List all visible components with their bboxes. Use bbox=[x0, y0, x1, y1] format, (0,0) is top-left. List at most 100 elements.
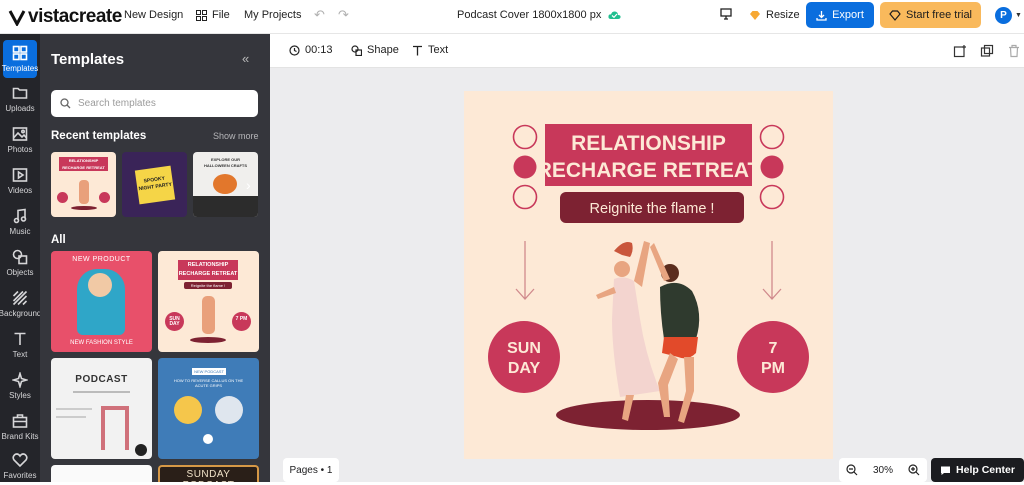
zoom-in-icon[interactable] bbox=[908, 464, 920, 476]
design-artboard[interactable]: RELATIONSHIP RECHARGE RETREAT Reignite t… bbox=[464, 91, 833, 459]
rail-label-background: Background bbox=[0, 309, 42, 318]
all-templates-heading: All bbox=[51, 234, 66, 246]
diamond-icon bbox=[889, 9, 901, 21]
thumb-subtitle-line bbox=[73, 391, 130, 393]
vistacreate-logo[interactable]: vistacreate bbox=[8, 6, 122, 28]
grid-icon bbox=[196, 9, 207, 21]
clock-icon bbox=[289, 44, 300, 56]
thumb-tag: NEW PODCAST bbox=[192, 368, 226, 375]
start-free-trial-button[interactable]: Start free trial bbox=[880, 2, 981, 28]
template-podcast[interactable]: PODCAST bbox=[51, 358, 152, 459]
rail-item-uploads[interactable]: Uploads bbox=[0, 80, 40, 118]
file-menu[interactable]: File bbox=[196, 9, 230, 21]
rail-label-favorites: Favorites bbox=[3, 471, 37, 480]
rail-item-photos[interactable]: Photos bbox=[0, 121, 40, 159]
export-button[interactable]: Export bbox=[806, 2, 874, 28]
rail-item-templates[interactable]: Templates bbox=[2, 40, 38, 78]
resize-label: Resize bbox=[766, 9, 800, 21]
avatar[interactable]: P bbox=[995, 7, 1012, 24]
deco-circle-outline bbox=[759, 184, 785, 210]
zoom-out-icon[interactable] bbox=[846, 464, 858, 476]
thumb-title: PODCAST bbox=[75, 374, 128, 385]
badge-left-line2: DAY bbox=[508, 360, 541, 377]
text-tool[interactable]: Text bbox=[412, 44, 448, 56]
duration-control[interactable]: 00:13 bbox=[289, 44, 333, 56]
collapse-panel-icon[interactable]: « bbox=[242, 51, 249, 66]
arrow-down-icon bbox=[515, 241, 535, 300]
thumb-tag: Reignite the flame ! bbox=[184, 282, 232, 289]
thumb-title: SUNDAY PODCAST bbox=[183, 469, 234, 482]
floor-shadow bbox=[556, 400, 740, 430]
template-new-product[interactable]: NEW PRODUCT NEW FASHION STYLE bbox=[51, 251, 152, 352]
rail-item-videos[interactable]: Videos bbox=[0, 162, 40, 200]
cloud-saved-icon bbox=[608, 11, 621, 19]
rail-item-styles[interactable]: Styles bbox=[0, 367, 40, 405]
shape-icon bbox=[351, 44, 362, 56]
template-relationship[interactable]: RELATIONSHIP RECHARGE RETREAT Reignite th… bbox=[158, 251, 259, 352]
right-badge bbox=[737, 321, 809, 393]
my-projects-link[interactable]: My Projects bbox=[244, 9, 301, 21]
dancer-woman bbox=[596, 241, 660, 421]
new-design-label: New Design bbox=[124, 9, 184, 21]
template-sunday-podcast[interactable]: SUNDAY PODCAST bbox=[158, 465, 259, 482]
search-input[interactable] bbox=[78, 98, 248, 109]
chevron-right-icon[interactable]: › bbox=[246, 177, 251, 193]
rail-item-text[interactable]: Text bbox=[0, 326, 40, 364]
deco-circle-outline bbox=[512, 124, 538, 150]
background-icon bbox=[12, 290, 28, 306]
recent-template-relationship[interactable]: RELATIONSHIP RECHARGE RETREAT bbox=[51, 152, 116, 217]
template-partial[interactable] bbox=[51, 465, 152, 482]
file-label: File bbox=[212, 9, 230, 21]
add-page-icon[interactable] bbox=[953, 44, 967, 58]
templates-icon bbox=[12, 45, 28, 61]
start-free-trial-label: Start free trial bbox=[905, 9, 973, 21]
rail-item-favorites[interactable]: Favorites bbox=[0, 447, 40, 485]
thumb-badge-right: 7 PM bbox=[232, 312, 251, 331]
thumb-bottom-text: NEW FASHION STYLE bbox=[70, 340, 133, 346]
duplicate-icon[interactable] bbox=[980, 44, 994, 58]
help-center-label: Help Center bbox=[956, 464, 1015, 476]
briefcase-icon bbox=[12, 414, 28, 428]
show-more-link[interactable]: Show more bbox=[213, 131, 259, 141]
canvas-area[interactable]: RELATIONSHIP RECHARGE RETREAT Reignite t… bbox=[270, 68, 1024, 482]
shape-tool[interactable]: Shape bbox=[351, 44, 399, 56]
text-icon bbox=[14, 332, 26, 345]
thumb-shadow bbox=[71, 206, 97, 210]
trash-icon[interactable] bbox=[1007, 44, 1021, 58]
rail-label-objects: Objects bbox=[6, 268, 34, 277]
side-rail: Templates Uploads Photos Videos Music Ob… bbox=[0, 34, 42, 485]
download-icon bbox=[816, 10, 827, 21]
text-label: Text bbox=[428, 44, 449, 56]
new-design-button[interactable]: New Design bbox=[124, 9, 183, 21]
thumb-badge-left: SUN DAY bbox=[165, 312, 184, 331]
resize-button[interactable]: Resize bbox=[749, 9, 800, 21]
undo-icon[interactable]: ↶ bbox=[314, 7, 325, 23]
redo-icon[interactable]: ↷ bbox=[338, 7, 349, 23]
pumpkin-icon bbox=[213, 174, 237, 194]
rail-item-objects[interactable]: Objects bbox=[0, 244, 40, 282]
rail-item-brand-kits[interactable]: Brand Kits bbox=[0, 408, 40, 446]
document-title[interactable]: Podcast Cover 1800x1800 px bbox=[457, 9, 621, 21]
thumb-top-text: NEW PRODUCT bbox=[72, 256, 131, 263]
search-icon bbox=[60, 98, 71, 109]
my-projects-label: My Projects bbox=[244, 9, 302, 21]
rail-item-background[interactable]: Background bbox=[0, 285, 42, 323]
design-graphics: RELATIONSHIP RECHARGE RETREAT Reignite t… bbox=[488, 124, 809, 430]
design-tagline: Reignite the flame ! bbox=[590, 201, 715, 217]
present-icon[interactable] bbox=[720, 8, 732, 20]
template-new-podcast[interactable]: NEW PODCAST HOW TO REVERSE CALLUS ON THE… bbox=[158, 358, 259, 459]
thumb-badge bbox=[57, 192, 68, 203]
rail-label-videos: Videos bbox=[7, 186, 33, 195]
help-center-button[interactable]: Help Center bbox=[931, 458, 1024, 482]
rail-label-brand-kits: Brand Kits bbox=[1, 432, 39, 441]
chevron-down-icon[interactable]: ▼ bbox=[1015, 12, 1022, 19]
recent-templates-heading: Recent templates bbox=[51, 130, 147, 142]
thumb-avatar bbox=[174, 396, 202, 424]
pages-button[interactable]: Pages • 1 bbox=[283, 458, 339, 482]
recent-template-spooky[interactable]: SPOOKY NIGHT PARTY bbox=[122, 152, 187, 217]
objects-icon bbox=[12, 249, 28, 265]
shape-label: Shape bbox=[367, 44, 399, 56]
left-badge bbox=[488, 321, 560, 393]
rail-item-music[interactable]: Music bbox=[0, 203, 40, 241]
search-box[interactable] bbox=[51, 90, 258, 117]
